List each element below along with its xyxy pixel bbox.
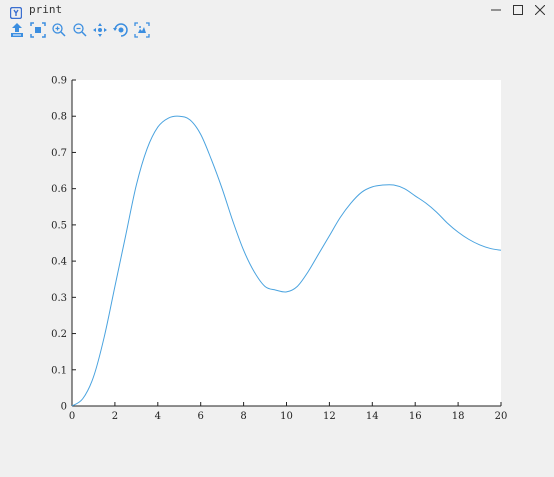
y-tick-label: 0.1 bbox=[51, 365, 67, 376]
reset-view-button[interactable] bbox=[134, 22, 150, 38]
x-tick-label: 0 bbox=[69, 411, 75, 422]
close-icon bbox=[535, 5, 545, 15]
zoom-out-icon bbox=[73, 23, 87, 37]
x-tick-label: 12 bbox=[323, 411, 336, 422]
zoom-in-icon bbox=[52, 23, 66, 37]
y-tick-label: 0.3 bbox=[51, 293, 67, 304]
minimize-button[interactable] bbox=[484, 0, 508, 20]
pan-button[interactable] bbox=[92, 22, 108, 38]
y-tick-label: 0 bbox=[61, 402, 67, 413]
zoom-out-button[interactable] bbox=[72, 22, 88, 38]
y-tick-label: 0.9 bbox=[51, 76, 67, 87]
line-chart[interactable]: 0 2 4 6 8 10 12 14 16 18 20 0 0.1 0.2 0.3 0.4 0.5 0.6 0.7… bbox=[0, 42, 554, 477]
x-tick-label: 18 bbox=[452, 411, 465, 422]
y-tick-label: 0.4 bbox=[51, 257, 67, 268]
close-button[interactable] bbox=[528, 0, 552, 20]
x-tick-label: 14 bbox=[366, 411, 379, 422]
minimize-icon bbox=[491, 9, 501, 11]
plot-area[interactable]: 0 2 4 6 8 10 12 14 16 18 20 0 0.1 0.2 0.3 0.4 0.5 0.6 0.7… bbox=[0, 42, 554, 477]
x-tick-label: 10 bbox=[280, 411, 293, 422]
pan-icon bbox=[93, 23, 107, 37]
select-region-button[interactable] bbox=[30, 22, 46, 38]
x-tick-label: 6 bbox=[198, 411, 204, 422]
maximize-icon bbox=[513, 5, 523, 15]
window-title: print bbox=[29, 3, 63, 16]
y-tick-label: 0.2 bbox=[51, 329, 67, 340]
x-tick-label: 16 bbox=[409, 411, 422, 422]
reset-view-icon bbox=[134, 22, 150, 38]
x-tick-label: 4 bbox=[155, 411, 161, 422]
app-window: print 0 2 4 6 8 10 12 14 16 18 20 0 0.1 … bbox=[0, 0, 554, 477]
x-tick-label: 2 bbox=[112, 411, 118, 422]
app-logo-icon bbox=[9, 4, 23, 20]
rotate-view-icon bbox=[113, 23, 128, 37]
zoom-in-button[interactable] bbox=[51, 22, 67, 38]
rotate-view-button[interactable] bbox=[113, 22, 129, 38]
save-icon bbox=[11, 23, 23, 37]
maximize-button[interactable] bbox=[506, 0, 530, 20]
y-tick-label: 0.5 bbox=[51, 220, 67, 231]
x-tick-label: 20 bbox=[495, 411, 508, 422]
toolbar bbox=[0, 20, 554, 42]
axes-background bbox=[72, 80, 501, 406]
y-tick-label: 0.6 bbox=[51, 184, 67, 195]
y-tick-label: 0.7 bbox=[51, 148, 67, 159]
title-bar[interactable]: print bbox=[0, 0, 554, 20]
select-region-icon bbox=[30, 22, 46, 38]
save-button[interactable] bbox=[9, 22, 25, 38]
x-tick-label: 8 bbox=[240, 411, 246, 422]
y-tick-label: 0.8 bbox=[51, 112, 67, 123]
